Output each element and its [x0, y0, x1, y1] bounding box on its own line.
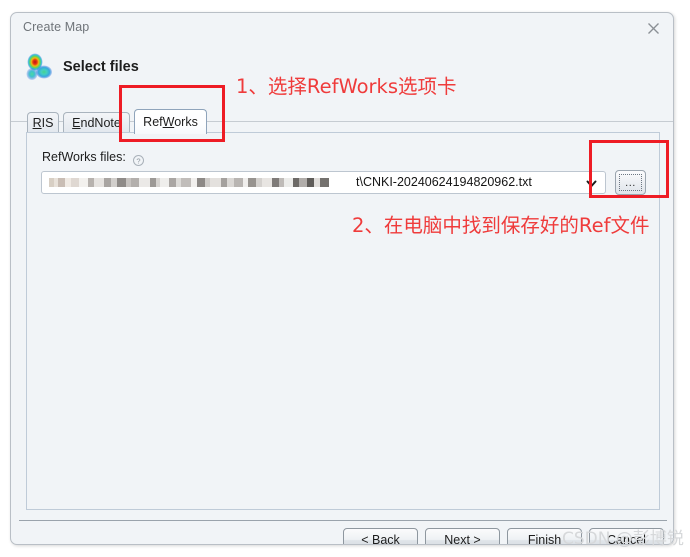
browse-file-button[interactable]: ...: [615, 170, 646, 195]
refworks-file-combobox[interactable]: t\CNKI-20240624194820962.txt: [41, 171, 606, 194]
vosviewer-density-map-icon: [22, 53, 56, 83]
dialog-title: Create Map: [23, 20, 90, 34]
cancel-button[interactable]: Cancel: [589, 528, 664, 544]
selected-file-path: t\CNKI-20240624194820962.txt: [356, 175, 532, 189]
ellipsis-icon: ...: [619, 174, 642, 191]
dialog-titlebar: Create Map: [11, 13, 673, 43]
close-icon[interactable]: [641, 17, 665, 39]
footer-divider: [19, 520, 667, 521]
finish-button[interactable]: Finish: [507, 528, 582, 544]
dialog-header: Select files: [11, 43, 673, 122]
next-button[interactable]: Next >: [425, 528, 500, 544]
svg-text:?: ?: [136, 156, 140, 165]
tab-endnote[interactable]: EndNote: [63, 112, 130, 132]
refworks-file-panel: RefWorks files: ? t\CNKI-202406241948209…: [26, 132, 660, 510]
page-title: Select files: [63, 59, 139, 75]
censored-path-mosaic: [49, 175, 359, 191]
refworks-files-label: RefWorks files:: [42, 150, 126, 164]
back-button[interactable]: < Back: [343, 528, 418, 544]
dialog-button-bar: < Back Next > Finish Cancel: [11, 528, 673, 544]
tab-refworks[interactable]: RefWorks: [134, 109, 207, 134]
chevron-down-icon[interactable]: [585, 177, 598, 190]
question-mark-help-icon[interactable]: ?: [133, 153, 144, 166]
screenshot-root: Create Map Select files RIS EndNote RefW…: [0, 0, 690, 557]
create-map-dialog: Create Map Select files RIS EndNote RefW…: [10, 12, 674, 545]
tab-ris[interactable]: RIS: [27, 112, 59, 132]
